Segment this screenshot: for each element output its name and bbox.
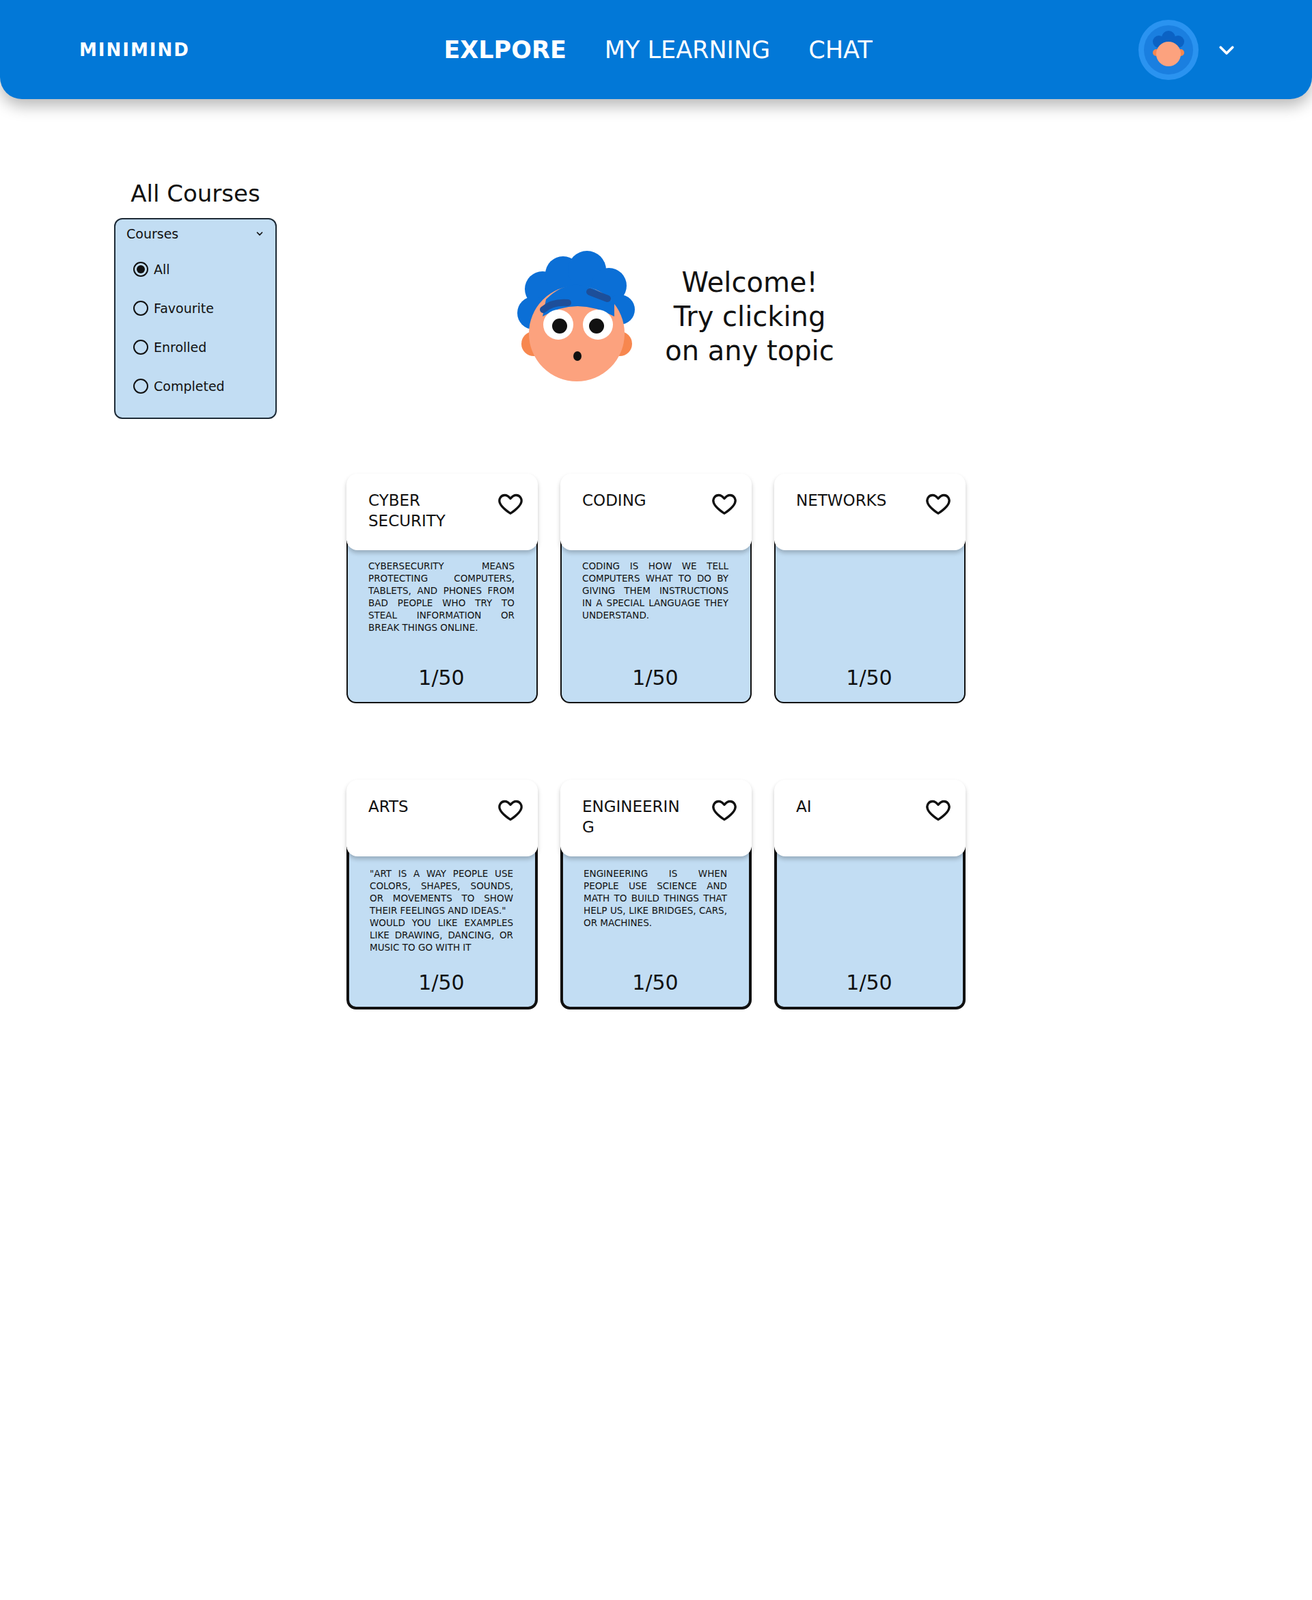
welcome-line: on any topic: [664, 333, 834, 368]
filter-option[interactable]: Favourite: [126, 288, 265, 328]
welcome-line: Try clicking: [673, 299, 827, 334]
main-nav: EXLPORE MY LEARNING CHAT: [443, 36, 872, 64]
avatar-icon[interactable]: [1138, 19, 1199, 80]
course-description: ENGINEERING IS WHEN PEOPLE USE SCIENCE A…: [583, 867, 728, 963]
course-progress: 1/50: [582, 665, 729, 690]
option-label: Enrolled: [153, 339, 207, 355]
account-menu[interactable]: [1138, 19, 1237, 80]
course-progress: 1/50: [368, 665, 515, 690]
course-description: "ART IS A WAY PEOPLE USE COLORS, SHAPES,…: [369, 867, 514, 963]
card-header: ARTS: [346, 779, 538, 857]
filter-panel: Courses All Favourite Enrolled Completed: [114, 217, 277, 419]
option-label: All: [153, 261, 171, 277]
heart-icon[interactable]: [496, 489, 525, 518]
heart-icon[interactable]: [496, 796, 525, 824]
filter-title: All Courses: [114, 179, 277, 208]
mascot-icon: [504, 248, 649, 385]
course-progress: 1/50: [369, 970, 514, 995]
course-title[interactable]: NETWORKS: [796, 489, 887, 511]
option-label: Completed: [153, 378, 225, 394]
card-header: AI: [774, 779, 966, 857]
card-body: 1/50: [774, 846, 966, 1010]
card-header: CYBER SECURITY: [346, 473, 538, 551]
course-card[interactable]: CYBER SECURITY CYBERSECURITY MEANS PROTEC…: [346, 473, 538, 704]
intro-row: All CoursesCoursesAllFavouriteEnrolledCo…: [0, 179, 1312, 419]
radio-button[interactable]: [133, 300, 149, 316]
card-body: CYBERSECURITY MEANS PROTECTING COMPUTERS…: [346, 540, 538, 704]
course-title[interactable]: ARTS: [368, 796, 409, 817]
welcome-banner: Welcome!Try clickingon any topic: [504, 248, 834, 385]
nav-tab[interactable]: CHAT: [808, 36, 872, 64]
course-filter: All CoursesCoursesAllFavouriteEnrolledCo…: [114, 179, 277, 419]
card-body: "ART IS A WAY PEOPLE USE COLORS, SHAPES,…: [346, 846, 538, 1010]
filter-option[interactable]: Enrolled: [126, 327, 265, 367]
course-description: [797, 867, 941, 963]
course-progress: 1/50: [797, 970, 941, 995]
option-label: Favourite: [153, 300, 214, 316]
radio-button[interactable]: [133, 339, 149, 355]
heart-icon[interactable]: [710, 489, 738, 518]
heart-icon[interactable]: [924, 489, 952, 518]
course-progress: 1/50: [796, 665, 943, 690]
chevron-down-icon[interactable]: [1216, 39, 1237, 61]
course-description: [796, 559, 943, 658]
chevron-down-icon[interactable]: [254, 228, 265, 239]
course-card[interactable]: NETWORKS 1/50: [774, 473, 966, 704]
filter-option[interactable]: All: [126, 249, 265, 289]
course-title[interactable]: CODING: [582, 489, 647, 511]
course-title[interactable]: AI: [796, 796, 812, 817]
card-header: ENGINEERING: [560, 779, 752, 857]
card-body: ENGINEERING IS WHEN PEOPLE USE SCIENCE A…: [560, 846, 752, 1010]
course-card[interactable]: ARTS "ART IS A WAY PEOPLE USE COLORS, SHA…: [346, 779, 538, 1010]
logo[interactable]: MINIMIND: [79, 39, 190, 61]
card-body: CODING IS HOW WE TELL COMPUTERS WHAT TO …: [560, 540, 752, 704]
course-card[interactable]: AI 1/50: [774, 779, 966, 1010]
nav-tab[interactable]: MY LEARNING: [604, 36, 771, 64]
course-description: CYBERSECURITY MEANS PROTECTING COMPUTERS…: [368, 559, 515, 658]
heart-icon[interactable]: [710, 796, 738, 824]
course-description: CODING IS HOW WE TELL COMPUTERS WHAT TO …: [582, 559, 729, 658]
nav-tab[interactable]: EXLPORE: [443, 36, 566, 64]
filter-label: Courses: [126, 226, 179, 242]
course-title[interactable]: ENGINEERING: [582, 796, 685, 838]
course-card[interactable]: CODING CODING IS HOW WE TELL COMPUTERS WH…: [560, 473, 752, 704]
card-header: CODING: [560, 473, 752, 551]
course-title[interactable]: CYBER SECURITY: [368, 489, 471, 531]
filter-option[interactable]: Completed: [126, 366, 265, 406]
welcome-message: Welcome!Try clickingon any topic: [664, 265, 834, 368]
heart-icon[interactable]: [924, 796, 952, 824]
top-bar: MINIMIND EXLPORE MY LEARNING CHAT: [0, 0, 1312, 100]
course-progress: 1/50: [583, 970, 728, 995]
course-card[interactable]: ENGINEERING ENGINEERING IS WHEN PEOPLE US…: [560, 779, 752, 1010]
radio-button[interactable]: [133, 261, 149, 277]
card-header: NETWORKS: [774, 473, 966, 551]
card-body: 1/50: [774, 540, 966, 704]
filter-dropdown[interactable]: Courses: [126, 226, 265, 242]
radio-button[interactable]: [133, 378, 149, 394]
welcome-line: Welcome!: [681, 265, 818, 300]
course-grid: CYBER SECURITY CYBERSECURITY MEANS PROTEC…: [0, 473, 1312, 1010]
radio-dot: [136, 265, 145, 274]
